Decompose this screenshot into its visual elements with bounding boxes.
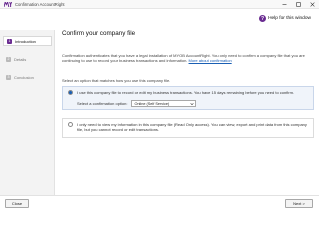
help-bar: ? Help for this window bbox=[0, 9, 319, 30]
window-title: Confirmation AccountRight bbox=[15, 1, 65, 7]
radio-read-only[interactable] bbox=[68, 122, 73, 127]
sidebar-item-label: Details bbox=[14, 56, 27, 62]
step-number-badge: 3 bbox=[6, 74, 11, 80]
sidebar-item-details[interactable]: 2 Details bbox=[3, 54, 52, 64]
radio-selected-dot bbox=[69, 91, 72, 94]
options-prompt: Select an option that matches how you us… bbox=[62, 78, 171, 83]
wizard-steps-sidebar: 1 Introduction 2 Details 3 Conclusion bbox=[0, 30, 55, 195]
sidebar-item-label: Introduction bbox=[15, 38, 36, 44]
help-link[interactable]: ? Help for this window bbox=[259, 15, 311, 22]
next-button[interactable]: Next > bbox=[285, 199, 313, 208]
step-number-badge: 2 bbox=[6, 56, 11, 62]
option-read-only-text: I only need to view my information in th… bbox=[77, 121, 307, 132]
close-window-button[interactable] bbox=[305, 0, 319, 9]
step-number-badge: 1 bbox=[7, 38, 12, 44]
myob-logo-icon bbox=[4, 1, 12, 7]
option-read-only[interactable]: I only need to view my information in th… bbox=[62, 118, 314, 138]
option-record-transactions[interactable]: I use this company file to record or edi… bbox=[62, 86, 314, 110]
intro-paragraph: Confirmation authenticates that you have… bbox=[62, 53, 312, 64]
confirmation-option-row: Select a confirmation option: Online (Se… bbox=[77, 100, 197, 107]
help-link-label: Help for this window bbox=[268, 16, 311, 21]
help-icon: ? bbox=[259, 15, 267, 22]
intro-text: Confirmation authenticates that you have… bbox=[62, 53, 305, 64]
close-button[interactable]: Close bbox=[5, 199, 29, 208]
page-title: Confirm your company file bbox=[62, 30, 136, 37]
sidebar-item-conclusion[interactable]: 3 Conclusion bbox=[3, 72, 52, 82]
confirmation-option-value: Online (Self Service) bbox=[134, 101, 170, 106]
confirmation-option-label: Select a confirmation option: bbox=[77, 101, 128, 106]
sidebar-item-introduction[interactable]: 1 Introduction bbox=[3, 36, 52, 46]
sidebar-item-label: Conclusion bbox=[14, 74, 34, 80]
radio-record-transactions[interactable] bbox=[68, 90, 73, 95]
maximize-button[interactable] bbox=[291, 0, 305, 9]
option-record-text: I use this company file to record or edi… bbox=[77, 89, 295, 95]
title-bar: Confirmation AccountRight bbox=[0, 0, 319, 9]
window-controls bbox=[277, 0, 319, 9]
footer-bar: Close Next > bbox=[0, 195, 319, 211]
minimize-button[interactable] bbox=[277, 0, 291, 9]
confirmation-option-select[interactable]: Online (Self Service) bbox=[131, 100, 197, 107]
chevron-down-icon bbox=[190, 102, 195, 106]
more-about-confirmation-link[interactable]: More about confirmation bbox=[189, 58, 232, 63]
